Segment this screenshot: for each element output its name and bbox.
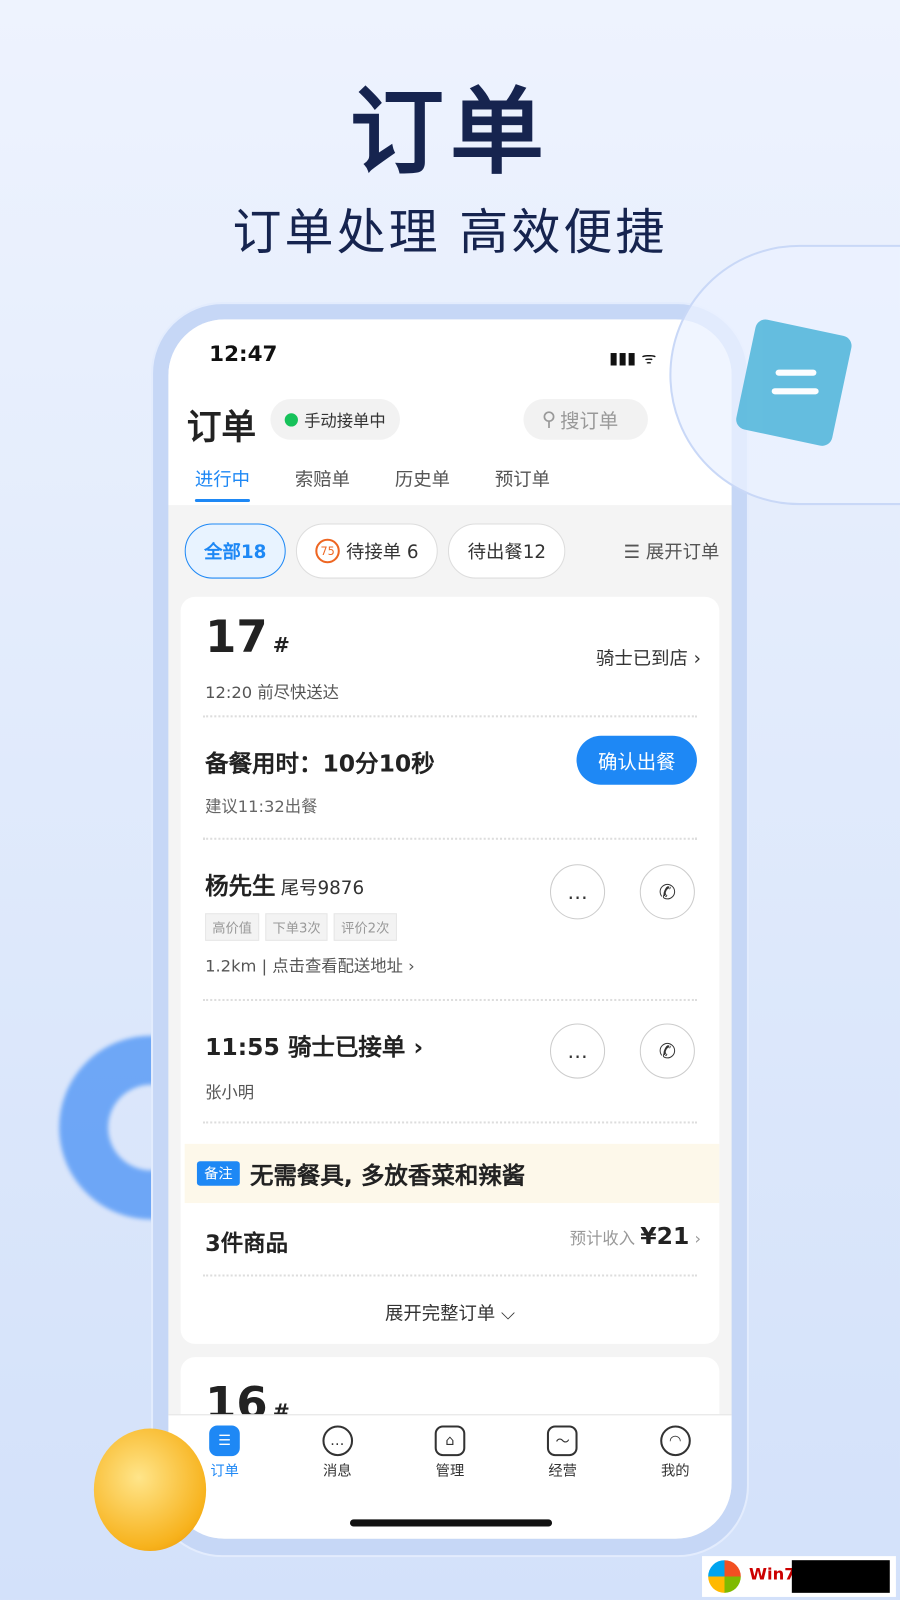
orders-icon: ☰ (209, 1425, 240, 1457)
status-dot-icon (284, 412, 298, 427)
hero-title: 订单 (349, 77, 550, 187)
income-label: 预计收入 (569, 1228, 636, 1248)
windows-logo-icon (708, 1560, 741, 1593)
countdown-badge: 75 (315, 538, 340, 564)
search-input[interactable]: ⚲ 搜订单 (523, 398, 648, 440)
rider-line[interactable]: 11:55 骑士已接单 › (205, 1028, 423, 1063)
rider-status: 骑士已到店 (595, 647, 688, 670)
chat-button[interactable]: … (549, 864, 606, 920)
customer-name: 杨先生 (205, 873, 276, 900)
rider-status-link[interactable]: 骑士已到店 › (596, 644, 701, 671)
phone-tail: 尾号9876 (280, 877, 365, 899)
confirm-meal-button[interactable]: 确认出餐 (576, 735, 697, 785)
filter-pending-meal[interactable]: 待出餐12 (448, 523, 566, 579)
expand-full-order[interactable]: 展开完整订单 ⌵ (181, 1299, 720, 1326)
tab-history[interactable]: 历史单 (395, 465, 450, 492)
stage: 订单 订单处理 高效便捷 12:47 ▮▮▮ ᯤ 订单 手动接单中 ⚲ 搜订单 进… (0, 0, 900, 1600)
order-card: 17 # 12:20 前尽快送达 骑士已到店 › 备餐用时：10分10秒 建议1… (180, 596, 720, 1344)
income-value: ¥21 (640, 1223, 690, 1250)
order-number: 17 (205, 611, 268, 664)
note-label: 备注 (196, 1161, 240, 1186)
divider (203, 1121, 697, 1124)
tab-reservations[interactable]: 预订单 (495, 465, 550, 492)
mode-label: 手动接单中 (304, 411, 386, 431)
prep-time: 备餐用时：10分10秒 (205, 751, 435, 778)
filter-all[interactable]: 全部18 (184, 523, 286, 579)
rider-line-text: 11:55 骑士已接单 (205, 1034, 406, 1062)
filter-label: 待接单 6 (345, 541, 419, 564)
income-link[interactable]: 预计收入 ¥21 › (570, 1223, 701, 1250)
customer-tag: 评价2次 (333, 913, 397, 941)
filter-pending-accept[interactable]: 75 待接单 6 (295, 523, 439, 579)
status-icons: ▮▮▮ ᯤ (609, 347, 657, 368)
customer-tag: 下单3次 (265, 913, 328, 941)
search-placeholder: 搜订单 (560, 409, 619, 433)
rider-name: 张小明 (205, 1082, 255, 1103)
nav-label: 消息 (323, 1463, 352, 1480)
order-hash: # (272, 632, 290, 658)
home-indicator (349, 1519, 553, 1527)
rider-chat-button[interactable]: … (549, 1023, 606, 1079)
page-title: 订单 (186, 407, 257, 448)
nav-label: 管理 (435, 1463, 465, 1480)
distance: 1.2km (205, 956, 257, 976)
customer-tag: 高价值 (205, 913, 260, 941)
nav-label: 订单 (210, 1463, 239, 1480)
deliver-by: 12:20 前尽快送达 (205, 682, 339, 703)
accept-mode-toggle[interactable]: 手动接单中 (270, 398, 401, 440)
nav-label: 经营 (548, 1463, 577, 1480)
nav-label: 我的 (660, 1463, 690, 1480)
store-icon: ⌂ (434, 1425, 466, 1457)
tab-in-progress[interactable]: 进行中 (194, 465, 250, 503)
address-link[interactable]: 点击查看配送地址 (272, 956, 403, 975)
tab-claims[interactable]: 索赔单 (295, 465, 350, 492)
watermark: Win7 (702, 1556, 896, 1597)
expand-orders-button[interactable]: ☰ 展开订单 (624, 538, 720, 565)
divider (203, 837, 697, 840)
user-icon: ◠ (659, 1425, 691, 1457)
phone-screen: 12:47 ▮▮▮ ᯤ 订单 手动接单中 ⚲ 搜订单 进行中 索赔单 历史单 预订… (168, 319, 732, 1539)
note-text: 无需餐具, 多放香菜和辣酱 (249, 1163, 526, 1190)
divider (203, 1274, 697, 1277)
search-icon: ⚲ (541, 408, 557, 431)
clock: 12:47 (209, 341, 278, 367)
nav-mine[interactable]: ◠ 我的 (634, 1425, 716, 1538)
suggest-time: 建议11:32出餐 (205, 796, 318, 817)
divider (203, 998, 697, 1002)
decor-coin (93, 1428, 207, 1552)
chart-icon: 〜 (547, 1425, 578, 1457)
rider-call-button[interactable]: ✆ (639, 1023, 695, 1079)
divider (203, 715, 697, 718)
document-icon (734, 317, 854, 448)
expand-label: 展开订单 (645, 541, 720, 564)
message-icon: … (322, 1425, 353, 1457)
call-button[interactable]: ✆ (639, 864, 695, 920)
items-count: 3件商品 (205, 1231, 289, 1258)
